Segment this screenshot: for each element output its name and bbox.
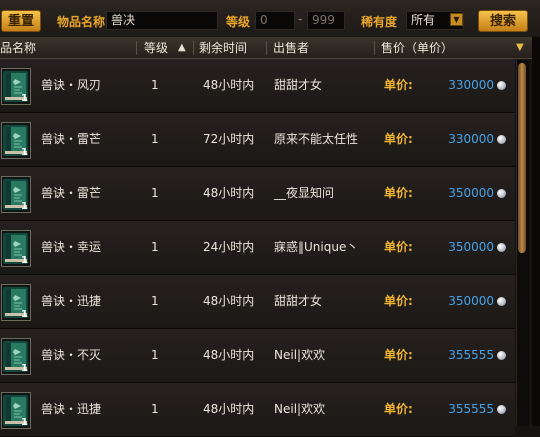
item-name: 兽诀・雷芒 [41,186,102,200]
column-divider [136,41,137,55]
seller-name[interactable]: 寐惑‖Unique丶 [274,221,358,274]
item-level: 1 [151,132,159,146]
item-level: 1 [151,348,159,362]
remaining-time: 48小时内 [203,186,255,200]
remaining-time: 48小时内 [203,294,255,308]
item-name: 兽诀・迅捷 [41,294,102,308]
silver-coin-icon [497,297,506,306]
skill-book-icon[interactable]: 1 [1,176,31,213]
filter-bar: 重置 物品名称 兽决 等级 0 - 999 稀有度 所有 ▼ 搜索 [0,0,540,38]
column-header: 品名称 等级 ▲ 剩余时间 出售者 售价（单价） ▼ [0,38,532,59]
item-level: 1 [151,78,159,92]
unit-price-label: 单价: [384,240,413,254]
item-level: 1 [151,294,159,308]
item-name-input[interactable]: 兽决 [106,11,218,30]
remaining-time: 72小时内 [203,132,255,146]
skill-book-icon[interactable]: 1 [1,68,31,105]
rarity-label: 稀有度 [361,15,398,29]
seller-name[interactable]: 甜甜才女 [274,59,322,112]
unit-price-value: 330000 [448,132,494,146]
unit-price-label: 单价: [384,402,413,416]
table-row[interactable]: 1 兽诀・不灭 1 48小时内 Neil|欢欢 单价: 355555 [0,329,515,383]
item-name: 兽诀・幸运 [41,240,102,254]
column-price[interactable]: 售价（单价） [381,38,453,58]
level-label: 等级 [226,15,251,29]
column-divider [266,41,267,55]
sort-up-icon[interactable]: ▲ [178,38,186,58]
item-level: 1 [151,402,159,416]
scrollbar-thumb[interactable] [518,63,526,253]
seller-name[interactable]: 甜甜才女 [274,275,322,328]
item-level: 1 [151,186,159,200]
remaining-time: 48小时内 [203,78,255,92]
item-level: 1 [151,240,159,254]
table-row[interactable]: 1 兽诀・风刃 1 48小时内 甜甜才女 单价: 330000 [0,59,515,113]
unit-price-value: 330000 [448,78,494,92]
table-row[interactable]: 1 兽诀・雷芒 1 48小时内 __夜显知问 单价: 350000 [0,167,515,221]
item-count: 1 [21,147,28,158]
silver-coin-icon [497,81,506,90]
unit-price-value: 350000 [448,294,494,308]
silver-coin-icon [497,351,506,360]
unit-price-value: 355555 [448,348,494,362]
seller-name[interactable]: Neil|欢欢 [274,329,325,382]
silver-coin-icon [497,405,506,414]
table-row[interactable]: 1 兽诀・迅捷 1 48小时内 甜甜才女 单价: 350000 [0,275,515,329]
unit-price-value: 350000 [448,240,494,254]
column-remaining-time[interactable]: 剩余时间 [199,38,247,58]
level-min-input[interactable]: 0 [255,11,295,30]
item-name: 兽诀・不灭 [41,348,102,362]
unit-price-value: 350000 [448,186,494,200]
level-max-input[interactable]: 999 [307,11,345,30]
chevron-down-icon[interactable]: ▼ [450,13,463,26]
silver-coin-icon [497,243,506,252]
item-name-label: 物品名称 [57,15,106,29]
item-count: 1 [21,363,28,374]
skill-book-icon[interactable]: 1 [1,284,31,321]
item-name: 兽诀・风刃 [41,78,102,92]
skill-book-icon[interactable]: 1 [1,122,31,159]
seller-name[interactable]: __夜显知问 [274,167,334,220]
item-count: 1 [21,93,28,104]
table-row[interactable]: 1 兽诀・幸运 1 24小时内 寐惑‖Unique丶 单价: 350000 [0,221,515,275]
remaining-time: 24小时内 [203,240,255,254]
remaining-time: 48小时内 [203,402,255,416]
skill-book-icon[interactable]: 1 [1,230,31,267]
seller-name[interactable]: Neil|欢欢 [274,383,325,436]
dropdown-arrow-icon[interactable]: ▼ [516,38,524,58]
search-button[interactable]: 搜索 [478,10,528,32]
column-divider [193,41,194,55]
item-name: 兽诀・迅捷 [41,402,102,416]
skill-book-icon[interactable]: 1 [1,338,31,375]
level-range-dash: - [298,12,303,26]
unit-price-label: 单价: [384,78,413,92]
column-divider [374,41,375,55]
unit-price-value: 355555 [448,402,494,416]
skill-book-icon[interactable]: 1 [1,392,31,429]
item-count: 1 [21,309,28,320]
column-level[interactable]: 等级 [144,38,168,58]
item-count: 1 [21,201,28,212]
silver-coin-icon [497,135,506,144]
item-count: 1 [21,417,28,428]
remaining-time: 48小时内 [203,348,255,362]
item-name: 兽诀・雷芒 [41,132,102,146]
column-seller[interactable]: 出售者 [273,38,309,58]
unit-price-label: 单价: [384,294,413,308]
unit-price-label: 单价: [384,348,413,362]
seller-name[interactable]: 原来不能太任性 [274,113,358,166]
table-row[interactable]: 1 兽诀・迅捷 1 48小时内 Neil|欢欢 单价: 355555 [0,383,515,437]
table-row[interactable]: 1 兽诀・雷芒 1 72小时内 原来不能太任性 单价: 330000 [0,113,515,167]
column-item-name[interactable]: 品名称 [0,38,36,58]
unit-price-label: 单价: [384,186,413,200]
panel-edge [532,37,540,426]
silver-coin-icon [497,189,506,198]
unit-price-label: 单价: [384,132,413,146]
reset-button[interactable]: 重置 [1,10,41,32]
item-count: 1 [21,255,28,266]
